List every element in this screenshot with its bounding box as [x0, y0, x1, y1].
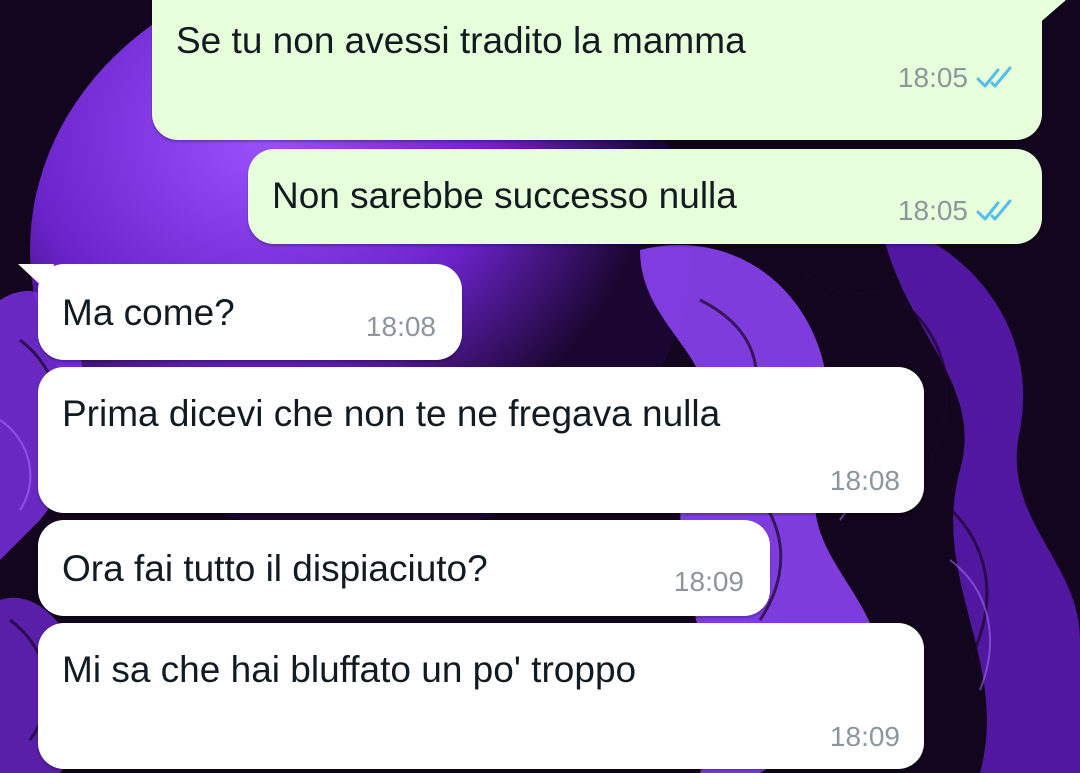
- message-time: 18:08: [365, 311, 436, 342]
- message-time: 18:05: [897, 195, 968, 226]
- message-bubble-outgoing[interactable]: Non sarebbe successo nulla 18:05: [248, 149, 1042, 244]
- message-time: 18:09: [673, 566, 744, 597]
- message-time: 18:08: [829, 465, 900, 496]
- double-check-icon: [976, 66, 1012, 88]
- message-text: Mi sa che hai bluffato un po' troppo: [62, 649, 637, 690]
- message-bubble-outgoing[interactable]: Se tu non avessi tradito la mamma 18:05: [152, 0, 1042, 140]
- bubble-tail: [1030, 0, 1066, 26]
- message-bubble-incoming[interactable]: Ma come? 18:08: [38, 264, 462, 360]
- message-bubble-incoming[interactable]: Prima dicevi che non te ne fregava nulla…: [38, 367, 924, 513]
- message-text: Ma come?: [62, 292, 235, 333]
- message-time: 18:09: [829, 721, 900, 752]
- message-meta: 18:05: [898, 64, 1018, 92]
- chat-thread: Se tu non avessi tradito la mamma 18:05 …: [0, 0, 1080, 773]
- message-text: Non sarebbe successo nulla: [272, 175, 737, 216]
- double-check-icon: [976, 199, 1012, 221]
- message-text: Ora fai tutto il dispiaciuto?: [62, 548, 488, 589]
- message-time: 18:05: [897, 62, 968, 93]
- message-meta: 18:05: [898, 197, 1018, 225]
- message-meta: 18:08: [366, 313, 436, 341]
- message-meta: 18:09: [830, 723, 900, 751]
- message-text: Prima dicevi che non te ne fregava nulla: [62, 393, 721, 434]
- message-meta: 18:09: [674, 568, 744, 596]
- message-bubble-incoming[interactable]: Mi sa che hai bluffato un po' troppo 18:…: [38, 623, 924, 769]
- message-meta: 18:08: [830, 467, 900, 495]
- message-bubble-incoming[interactable]: Ora fai tutto il dispiaciuto? 18:09: [38, 520, 770, 616]
- message-text: Se tu non avessi tradito la mamma: [176, 20, 746, 61]
